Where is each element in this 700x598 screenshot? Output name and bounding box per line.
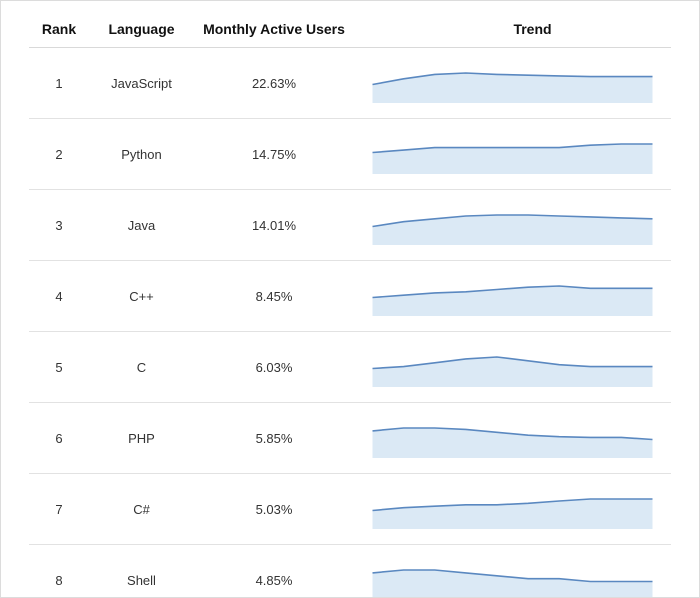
cell-rank: 3 xyxy=(29,190,89,261)
cell-rank: 6 xyxy=(29,403,89,474)
cell-mau: 5.03% xyxy=(194,474,354,545)
sparkline-chart xyxy=(362,67,663,103)
cell-rank: 4 xyxy=(29,261,89,332)
sparkline-chart xyxy=(362,422,663,458)
table-row: 2Python14.75% xyxy=(29,119,671,190)
cell-language: C xyxy=(89,332,194,403)
cell-language: JavaScript xyxy=(89,48,194,119)
cell-trend xyxy=(354,190,671,261)
cell-trend xyxy=(354,403,671,474)
header-mau: Monthly Active Users xyxy=(194,15,354,48)
cell-language: PHP xyxy=(89,403,194,474)
header-row: Rank Language Monthly Active Users Trend xyxy=(29,15,671,48)
cell-rank: 7 xyxy=(29,474,89,545)
cell-rank: 5 xyxy=(29,332,89,403)
cell-language: Python xyxy=(89,119,194,190)
sparkline-chart xyxy=(362,138,663,174)
header-rank: Rank xyxy=(29,15,89,48)
cell-trend xyxy=(354,474,671,545)
cell-mau: 8.45% xyxy=(194,261,354,332)
cell-mau: 22.63% xyxy=(194,48,354,119)
cell-language: Shell xyxy=(89,545,194,598)
sparkline-chart xyxy=(362,564,663,598)
table-row: 8Shell4.85% xyxy=(29,545,671,598)
cell-rank: 1 xyxy=(29,48,89,119)
table-row: 7C#5.03% xyxy=(29,474,671,545)
sparkline-chart xyxy=(362,351,663,387)
table-row: 3Java14.01% xyxy=(29,190,671,261)
cell-mau: 4.85% xyxy=(194,545,354,598)
sparkline-chart xyxy=(362,209,663,245)
cell-mau: 14.75% xyxy=(194,119,354,190)
cell-mau: 6.03% xyxy=(194,332,354,403)
cell-trend xyxy=(354,48,671,119)
cell-rank: 2 xyxy=(29,119,89,190)
cell-trend xyxy=(354,545,671,598)
header-language: Language xyxy=(89,15,194,48)
cell-trend xyxy=(354,119,671,190)
sparkline-chart xyxy=(362,493,663,529)
cell-trend xyxy=(354,332,671,403)
table-row: 6PHP5.85% xyxy=(29,403,671,474)
cell-rank: 8 xyxy=(29,545,89,598)
cell-language: C++ xyxy=(89,261,194,332)
table-row: 4C++8.45% xyxy=(29,261,671,332)
cell-mau: 14.01% xyxy=(194,190,354,261)
ranking-table-container: Rank Language Monthly Active Users Trend… xyxy=(0,0,700,598)
cell-trend xyxy=(354,261,671,332)
header-trend: Trend xyxy=(354,15,671,48)
sparkline-chart xyxy=(362,280,663,316)
cell-mau: 5.85% xyxy=(194,403,354,474)
cell-language: Java xyxy=(89,190,194,261)
ranking-table: Rank Language Monthly Active Users Trend… xyxy=(29,15,671,598)
cell-language: C# xyxy=(89,474,194,545)
table-row: 5C6.03% xyxy=(29,332,671,403)
table-row: 1JavaScript22.63% xyxy=(29,48,671,119)
